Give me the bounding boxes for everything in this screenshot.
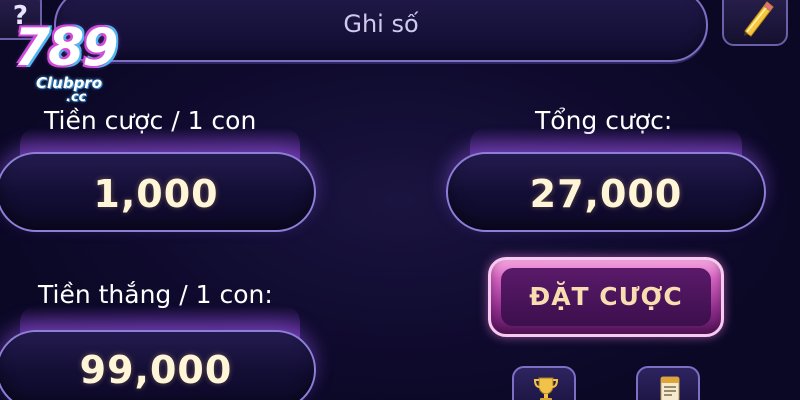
win-per-unit-field: 99,000 — [0, 330, 316, 400]
history-button[interactable] — [636, 366, 700, 400]
total-bet-value: 27,000 — [529, 172, 683, 216]
document-icon — [660, 376, 680, 400]
pencil-icon — [744, 1, 774, 37]
total-bet-field: 27,000 — [446, 152, 766, 232]
trophy-icon — [533, 377, 559, 400]
bet-per-unit-field[interactable]: 1,000 — [0, 152, 316, 232]
logo-domain: .cc — [66, 90, 87, 105]
win-per-unit-value: 99,000 — [79, 348, 233, 392]
page-title: Ghi số — [343, 10, 419, 38]
win-per-unit-label: Tiền thắng / 1 con: — [38, 280, 273, 309]
bet-per-unit-value: 1,000 — [93, 172, 219, 216]
brand-logo: 789 Clubpro .cc — [6, 14, 119, 110]
place-bet-label: ĐẶT CƯỢC — [529, 282, 683, 311]
edit-button[interactable] — [722, 0, 788, 46]
game-screen: ? Ghi số 789 Clubpro .cc Tiền cược / 1 c… — [0, 0, 800, 400]
logo-number: 789 — [14, 18, 119, 78]
place-bet-button[interactable]: ĐẶT CƯỢC — [488, 257, 724, 337]
leaderboard-button[interactable] — [512, 366, 576, 400]
title-bar: Ghi số — [54, 0, 708, 62]
